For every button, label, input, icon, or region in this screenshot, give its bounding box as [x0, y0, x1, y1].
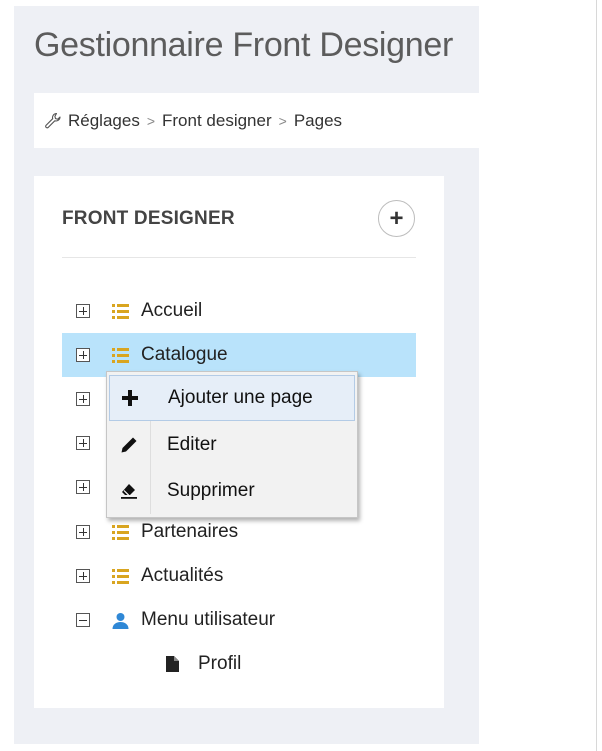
user-icon — [112, 612, 129, 629]
menu-item-delete[interactable]: Supprimer — [109, 468, 355, 514]
expand-icon[interactable] — [76, 569, 90, 583]
menu-item-label: Supprimer — [167, 480, 255, 501]
page-title: Gestionnaire Front Designer — [34, 26, 453, 64]
breadcrumb-item-reglages[interactable]: Réglages — [68, 111, 140, 131]
tree-card-header: FRONT DESIGNER — [62, 208, 235, 229]
menu-item-label: Editer — [167, 434, 217, 455]
breadcrumb-item-front-designer[interactable]: Front designer — [162, 111, 272, 131]
expand-icon[interactable] — [76, 392, 90, 406]
plus-icon — [110, 389, 150, 407]
add-root-button[interactable]: + — [378, 200, 415, 237]
tree-node-label: Partenaires — [141, 521, 239, 542]
list-icon — [112, 524, 129, 540]
list-icon — [112, 303, 129, 319]
menu-item-add-page[interactable]: Ajouter une page — [109, 375, 355, 421]
menu-item-edit[interactable]: Editer — [109, 422, 355, 468]
wrench-icon — [45, 112, 61, 128]
tree-node-menu-utilisateur[interactable]: Menu utilisateur — [62, 598, 416, 642]
breadcrumb-separator: > — [278, 112, 287, 129]
tree-node-label: Actualités — [141, 565, 224, 586]
breadcrumb: Réglages > Front designer > Pages — [34, 93, 479, 148]
expand-icon[interactable] — [76, 525, 90, 539]
expand-icon[interactable] — [76, 304, 90, 318]
breadcrumb-separator: > — [146, 112, 156, 129]
context-menu: Ajouter une page Editer Supprimer — [106, 371, 358, 518]
tree-node-accueil[interactable]: Accueil — [62, 289, 416, 333]
breadcrumb-item-pages: Pages — [293, 110, 343, 130]
expand-icon[interactable] — [76, 348, 90, 362]
plus-icon: + — [389, 204, 404, 232]
tree-node-label: Catalogue — [141, 344, 228, 365]
panel-divider — [596, 0, 597, 751]
file-icon — [166, 656, 179, 672]
tree-node-label: Accueil — [141, 300, 203, 321]
divider — [62, 257, 416, 258]
menu-item-label: Ajouter une page — [168, 387, 313, 408]
list-icon — [112, 568, 129, 584]
expand-icon[interactable] — [76, 436, 90, 450]
tree-node-profil[interactable]: Profil — [62, 642, 416, 686]
list-icon — [112, 347, 129, 363]
tree-node-actualites[interactable]: Actualités — [62, 554, 416, 598]
tree-node-label: Menu utilisateur — [141, 609, 276, 630]
tree-node-label: Profil — [198, 653, 242, 674]
pencil-icon — [109, 436, 149, 454]
expand-icon[interactable] — [76, 480, 90, 494]
eraser-icon — [109, 482, 149, 500]
collapse-icon[interactable] — [76, 613, 90, 627]
